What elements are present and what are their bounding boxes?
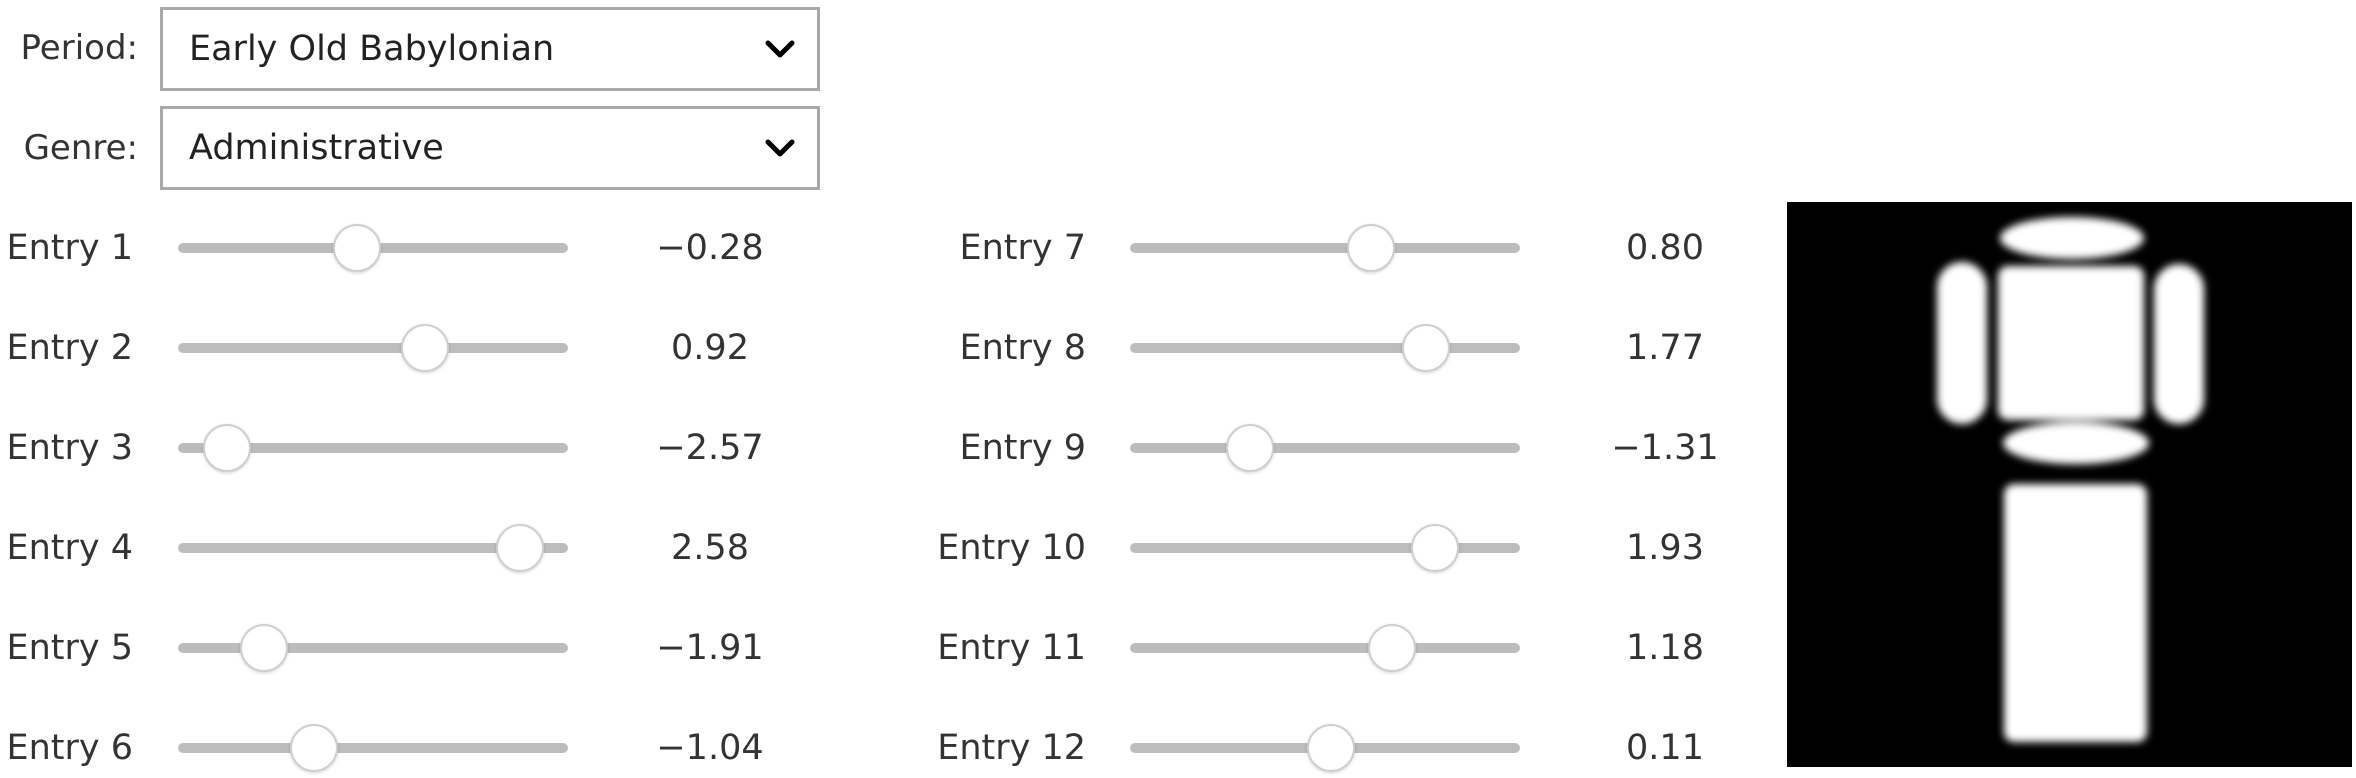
period-value: Early Old Babylonian xyxy=(189,29,555,69)
slider-label: Entry 12 xyxy=(937,728,1086,768)
chevron-down-icon xyxy=(765,40,795,58)
slider-track[interactable] xyxy=(1130,443,1520,453)
slider-value: −1.31 xyxy=(1611,428,1719,468)
slider-thumb[interactable] xyxy=(1368,624,1417,672)
period-dropdown[interactable]: Early Old Babylonian xyxy=(160,7,820,91)
slider-track[interactable] xyxy=(1130,343,1520,353)
slider-track[interactable] xyxy=(1130,543,1520,553)
slider-thumb[interactable] xyxy=(1346,224,1395,272)
slider-label: Entry 9 xyxy=(959,428,1086,468)
generated-sign-preview xyxy=(1787,202,2352,767)
cuneiform-sign-image xyxy=(1937,217,2204,742)
slider-value: 1.18 xyxy=(1626,628,1704,668)
slider-thumb[interactable] xyxy=(1401,324,1450,372)
slider-thumb[interactable] xyxy=(1307,724,1356,772)
slider-value: 1.77 xyxy=(1626,328,1704,368)
slider-label: Entry 10 xyxy=(937,528,1086,568)
genre-dropdown[interactable]: Administrative xyxy=(160,106,820,190)
period-label: Period: xyxy=(20,28,138,68)
genre-label: Genre: xyxy=(23,128,138,168)
slider-track[interactable] xyxy=(1130,643,1520,653)
chevron-down-icon xyxy=(765,139,795,157)
slider-thumb[interactable] xyxy=(1411,524,1459,572)
slider-label: Entry 8 xyxy=(959,328,1086,368)
slider-track[interactable] xyxy=(1130,243,1520,253)
slider-thumb[interactable] xyxy=(1226,424,1275,472)
slider-value: 1.93 xyxy=(1626,528,1704,568)
slider-label: Entry 11 xyxy=(937,628,1086,668)
genre-value: Administrative xyxy=(189,128,444,168)
slider-value: 0.11 xyxy=(1626,728,1704,768)
slider-label: Entry 7 xyxy=(959,228,1086,268)
slider-value: 0.80 xyxy=(1626,228,1704,268)
